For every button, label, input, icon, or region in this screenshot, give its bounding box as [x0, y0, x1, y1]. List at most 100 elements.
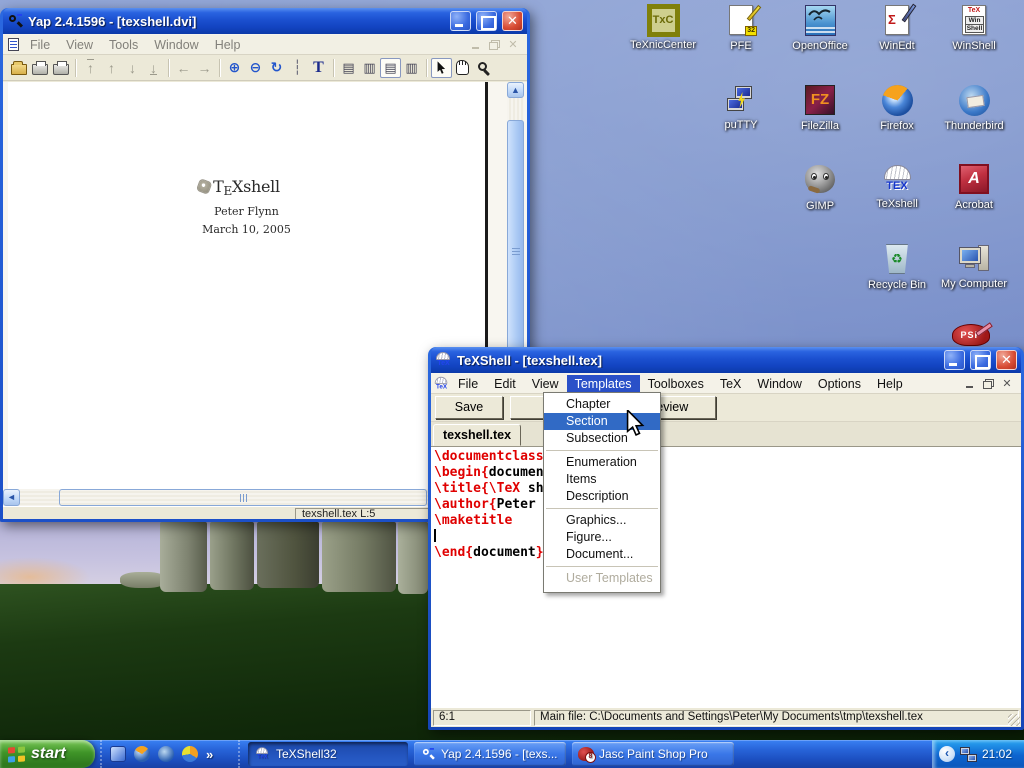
horizontal-scroll-thumb[interactable]: [59, 489, 427, 506]
zoom-in-button[interactable]: ⊕: [224, 58, 245, 78]
scroll-left-button[interactable]: ◄: [3, 489, 20, 506]
menu-item-enumeration[interactable]: Enumeration: [544, 454, 660, 471]
desktop-icon-pfe[interactable]: 32 PFE: [705, 4, 777, 52]
toolbar-separator: [75, 59, 76, 77]
desktop-icon-openoffice[interactable]: OpenOffice: [784, 4, 856, 52]
desktop-icon-winshell[interactable]: TeX Win Shell WinShell: [938, 4, 1010, 52]
print-button[interactable]: [29, 58, 50, 78]
minimize-button[interactable]: [944, 350, 965, 370]
mdi-close-icon[interactable]: ✕: [999, 377, 1015, 391]
hand-tool-button[interactable]: [452, 58, 473, 78]
texshell-titlebar[interactable]: TeX TeXShell - [texshell.tex] ✕: [431, 347, 1021, 373]
back-button[interactable]: ←: [173, 58, 194, 78]
fz-glyph: FZ: [811, 91, 829, 108]
menu-options[interactable]: Options: [810, 375, 869, 393]
next-page-button[interactable]: ↓: [122, 58, 143, 78]
yap-menu-window[interactable]: Window: [146, 36, 206, 54]
mdi-restore-icon[interactable]: [980, 377, 996, 391]
ruler-button[interactable]: ┆: [287, 58, 308, 78]
mdi-restore-icon[interactable]: [486, 38, 502, 52]
icon-label: Recycle Bin: [861, 279, 933, 291]
quick-launch-thunderbird-icon[interactable]: [158, 746, 174, 762]
menu-edit[interactable]: Edit: [486, 375, 524, 393]
view-page-layout-button[interactable]: ▤: [380, 58, 401, 78]
menu-toolboxes[interactable]: Toolboxes: [640, 375, 712, 393]
icon-label: GIMP: [784, 200, 856, 212]
quick-launch-firefox-icon[interactable]: [134, 746, 150, 762]
view-continuous-button[interactable]: ▥: [359, 58, 380, 78]
close-button[interactable]: ✕: [996, 350, 1017, 370]
last-page-button[interactable]: ↓: [143, 58, 164, 78]
desktop-icon-gimp[interactable]: GIMP: [784, 163, 856, 212]
texshell-app-icon: TeX: [435, 352, 452, 368]
taskbar-button-texshell32[interactable]: TeX TeXShell32: [248, 742, 408, 766]
desktop-icon-firefox[interactable]: Firefox: [861, 84, 933, 132]
magnifier-tool-button[interactable]: [473, 58, 494, 78]
taskbar-button-paintshoppro[interactable]: Jasc Paint Shop Pro: [572, 742, 734, 766]
previous-page-button[interactable]: ↑: [101, 58, 122, 78]
quick-launch-icon-4[interactable]: [182, 746, 198, 762]
vertical-scroll-thumb[interactable]: [507, 120, 524, 382]
minimize-button[interactable]: [450, 11, 471, 31]
menu-file[interactable]: File: [450, 375, 486, 393]
zoom-out-button[interactable]: ⊖: [245, 58, 266, 78]
maximize-button[interactable]: [970, 350, 991, 370]
yap-menu-help[interactable]: Help: [207, 36, 249, 54]
menu-item-description[interactable]: Description: [544, 488, 660, 505]
yap-menu-tools[interactable]: Tools: [101, 36, 146, 54]
menu-item-graphics[interactable]: Graphics...: [544, 512, 660, 529]
tab-texshell-tex[interactable]: texshell.tex: [433, 424, 521, 446]
desktop-icon-paintshoppro[interactable]: PSP: [952, 324, 996, 347]
menu-item-document[interactable]: Document...: [544, 546, 660, 563]
pfe-icon: 32: [725, 5, 758, 38]
start-button[interactable]: start: [0, 740, 95, 768]
recyclebin-icon: ♻: [881, 244, 914, 277]
print-setup-button[interactable]: [50, 58, 71, 78]
network-tray-icon[interactable]: [960, 747, 977, 762]
first-page-button[interactable]: ↑: [80, 58, 101, 78]
menu-tex[interactable]: TeX: [712, 375, 750, 393]
dvi-page[interactable]: TEXshell Peter Flynn March 10, 2005: [8, 82, 488, 489]
desktop-icon-texniccenter[interactable]: TxC TeXnicCenter: [627, 4, 699, 51]
open-button[interactable]: [8, 58, 29, 78]
view-spread-button[interactable]: ▥: [401, 58, 422, 78]
text-mode-button[interactable]: T: [308, 58, 329, 78]
refresh-button[interactable]: ↻: [266, 58, 287, 78]
desktop-icon-winedt[interactable]: Σ WinEdt: [861, 4, 933, 52]
mdi-minimize-icon[interactable]: [467, 38, 483, 52]
mdi-minimize-icon[interactable]: [961, 377, 977, 391]
yap-menu-view[interactable]: View: [58, 36, 101, 54]
quick-launch-icon-1[interactable]: [110, 746, 126, 762]
select-tool-button[interactable]: [431, 58, 452, 78]
tray-collapse-chevron[interactable]: ‹: [939, 746, 955, 762]
desktop-icon-putty[interactable]: puTTY: [705, 84, 777, 131]
desktop-icon-acrobat[interactable]: A Acrobat: [938, 163, 1010, 211]
taskbar-clock[interactable]: 21:02: [982, 747, 1012, 761]
view-single-page-button[interactable]: ▤: [338, 58, 359, 78]
quick-launch-overflow-chevron[interactable]: »: [206, 747, 213, 762]
save-button[interactable]: Save: [435, 396, 503, 419]
menu-item-items[interactable]: Items: [544, 471, 660, 488]
desktop-icon-texshell[interactable]: TEX TeXshell: [861, 163, 933, 210]
forward-button[interactable]: →: [194, 58, 215, 78]
yap-titlebar[interactable]: Yap 2.4.1596 - [texshell.dvi] ✕: [3, 8, 527, 34]
menu-view[interactable]: View: [524, 375, 567, 393]
menu-templates[interactable]: Templates: [567, 375, 640, 393]
code-editor[interactable]: \documentclass{article} \begin{document}…: [431, 446, 1021, 708]
toolbar-separator: [219, 59, 220, 77]
yap-menu-file[interactable]: File: [22, 36, 58, 54]
taskbar-button-yap[interactable]: Yap 2.4.1596 - [texs...: [414, 742, 566, 766]
resize-grip[interactable]: [1008, 714, 1020, 726]
desktop-icon-mycomputer[interactable]: My Computer: [938, 243, 1010, 290]
mdi-close-icon[interactable]: ✕: [505, 38, 521, 52]
menu-item-figure[interactable]: Figure...: [544, 529, 660, 546]
code-line-caret: [434, 529, 1021, 545]
desktop-icon-thunderbird[interactable]: Thunderbird: [938, 84, 1010, 132]
scroll-up-button[interactable]: ▲: [507, 82, 524, 98]
maximize-button[interactable]: [476, 11, 497, 31]
desktop-icon-filezilla[interactable]: FZ FileZilla: [784, 84, 856, 132]
menu-window[interactable]: Window: [749, 375, 809, 393]
desktop-icon-recyclebin[interactable]: ♻ Recycle Bin: [861, 243, 933, 291]
close-button[interactable]: ✕: [502, 11, 523, 31]
menu-help[interactable]: Help: [869, 375, 911, 393]
